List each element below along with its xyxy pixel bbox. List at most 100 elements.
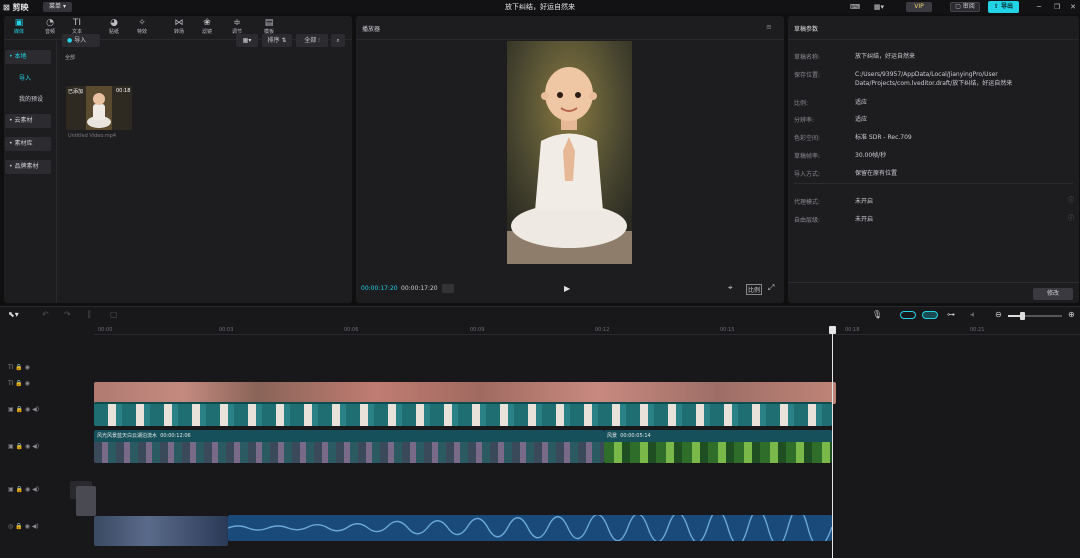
tool-audio[interactable]: ◔ 音频 bbox=[39, 18, 61, 38]
current-timecode: 00:00:17:20 bbox=[361, 285, 398, 292]
review-button[interactable]: ▢ 审阅 bbox=[950, 2, 980, 12]
tool-sticker[interactable]: ◕ 贴纸 bbox=[103, 18, 125, 38]
track-header-video-2: ▣ 🔒 ◉ ◀) bbox=[8, 443, 39, 450]
tool-filter[interactable]: ❀ 滤镜 bbox=[196, 18, 218, 38]
divider bbox=[788, 282, 1079, 283]
ratio-button[interactable]: 比例 bbox=[746, 284, 763, 295]
timecode-toggle[interactable] bbox=[442, 284, 454, 293]
properties-header bbox=[788, 16, 1079, 40]
eye-icon[interactable]: ◉ bbox=[25, 406, 30, 413]
prop-value-location: C:/Users/93957/AppData/Local/JianyingPro… bbox=[855, 71, 1013, 87]
eye-icon[interactable]: ◉ bbox=[25, 443, 30, 450]
logo-icon: ⊠ bbox=[3, 3, 10, 12]
total-timecode: 00:00:17:20 bbox=[401, 285, 438, 292]
sort-button[interactable]: 排序 ⇅ bbox=[262, 34, 292, 47]
audio-icon: ◔ bbox=[46, 18, 54, 28]
filter-icon: ❀ bbox=[203, 18, 211, 28]
eye-icon[interactable]: ◉ bbox=[25, 364, 30, 371]
vip-badge[interactable]: VIP bbox=[906, 2, 932, 12]
tool-effect[interactable]: ✧ 特效 bbox=[131, 18, 153, 38]
tool-media[interactable]: ▣ 媒体 bbox=[8, 18, 30, 38]
ruler-tick: 00:00 bbox=[98, 327, 113, 333]
sort-label: 排序 bbox=[267, 37, 280, 44]
prop-label-location: 保存位置: bbox=[794, 72, 821, 79]
layout-icon[interactable]: ▦▾ bbox=[868, 2, 890, 12]
menu-icon[interactable]: ≡ bbox=[766, 23, 772, 31]
clip-filename: Untitled Video.mp4 bbox=[68, 133, 117, 139]
fullscreen-focus-icon[interactable]: ⌖ bbox=[728, 283, 733, 293]
preview-axis-icon[interactable]: ⫞ bbox=[970, 310, 974, 320]
tool-transition[interactable]: ⋈ 转场 bbox=[168, 18, 190, 38]
zoom-out-icon[interactable]: ⊖ bbox=[995, 310, 1002, 319]
video-track-icon: ▣ bbox=[8, 406, 14, 413]
search-button[interactable]: ⌕ bbox=[331, 34, 345, 47]
playhead[interactable] bbox=[832, 326, 833, 558]
player-header bbox=[356, 16, 784, 40]
lock-icon[interactable]: 🔒 bbox=[16, 406, 23, 413]
import-button[interactable]: ● 导入 bbox=[62, 34, 100, 47]
speaker-icon[interactable]: ◀) bbox=[32, 443, 39, 450]
eye-icon[interactable]: ◉ bbox=[25, 486, 30, 493]
minimize-icon[interactable]: ─ bbox=[1034, 2, 1044, 12]
app-name: 剪映 bbox=[12, 3, 29, 12]
shortcut-icon[interactable]: ⌨ bbox=[848, 2, 862, 12]
prop-value-import: 保留在原有位置 bbox=[855, 170, 898, 177]
fullscreen-icon[interactable]: ⤢ bbox=[768, 283, 774, 293]
redo-icon[interactable]: ↷ bbox=[64, 310, 71, 319]
speaker-icon[interactable]: ◀) bbox=[32, 523, 39, 530]
sidebar-item-local[interactable]: • 本地 bbox=[5, 50, 51, 64]
info-icon[interactable]: ⓘ bbox=[1068, 195, 1074, 204]
sidebar-item-library[interactable]: • 素材库 bbox=[5, 137, 51, 151]
delete-icon[interactable]: ▢ bbox=[110, 310, 118, 319]
speaker-icon[interactable]: ◀) bbox=[32, 406, 39, 413]
maximize-icon[interactable]: ❐ bbox=[1052, 2, 1062, 12]
lock-icon[interactable]: 🔒 bbox=[15, 364, 22, 371]
auto-snap-icon[interactable] bbox=[922, 311, 938, 319]
lock-icon[interactable]: 🔒 bbox=[16, 443, 23, 450]
split-icon[interactable]: ⫿ bbox=[88, 310, 91, 320]
adjust-icon: ≑ bbox=[233, 18, 241, 28]
video-preview[interactable] bbox=[507, 41, 632, 264]
sidebar-item-presets[interactable]: 我的预设 bbox=[5, 93, 51, 107]
track-header-main: ▣ 🔒 ◉ ◀) bbox=[8, 486, 39, 493]
link-icon[interactable]: ⊶ bbox=[947, 310, 955, 319]
play-icon[interactable]: ▶ bbox=[564, 284, 570, 293]
modify-button[interactable]: 修改 bbox=[1033, 288, 1073, 300]
zoom-in-icon[interactable]: ⊕ bbox=[1068, 310, 1075, 319]
export-button[interactable]: ⇪ 导出 bbox=[988, 1, 1019, 13]
playhead-handle[interactable] bbox=[829, 326, 836, 334]
clip-duration: 00:00:12:06 bbox=[160, 433, 191, 439]
audio-clip-blurred[interactable] bbox=[94, 516, 228, 546]
text-clip-blurred[interactable] bbox=[94, 382, 836, 404]
view-toggle[interactable]: ▦▾ bbox=[236, 34, 258, 47]
filter-button[interactable]: 全部 ⫶ bbox=[296, 34, 328, 47]
lock-icon[interactable]: 🔒 bbox=[15, 380, 22, 387]
sidebar-item-cloud[interactable]: • 云素材 bbox=[5, 114, 51, 128]
microphone-icon[interactable]: 🎙 bbox=[872, 310, 882, 319]
audio-clip-music[interactable] bbox=[228, 515, 832, 541]
clip-duration: 00:18 bbox=[116, 88, 131, 94]
lock-icon[interactable]: 🔒 bbox=[16, 486, 23, 493]
time-ruler[interactable]: 00:00 00:03 00:06 00:09 00:12 00:15 00:1… bbox=[94, 325, 1080, 335]
filter-label: 全部 bbox=[304, 37, 317, 44]
sidebar-item-brand[interactable]: • 品牌素材 bbox=[5, 160, 51, 174]
close-icon[interactable]: ✕ bbox=[1068, 2, 1078, 12]
menu-button[interactable]: 菜单 ▾ bbox=[43, 2, 72, 12]
eye-icon[interactable]: ◉ bbox=[25, 523, 30, 530]
sidebar-item-import[interactable]: 导入 bbox=[5, 72, 51, 86]
speaker-icon[interactable]: ◀) bbox=[32, 486, 39, 493]
main-track-magnet-icon[interactable] bbox=[900, 311, 916, 319]
prop-label-name: 草稿名称: bbox=[794, 54, 821, 61]
app-logo: ⊠ 剪映 bbox=[3, 2, 29, 13]
blurred-overlay-clip[interactable] bbox=[76, 486, 96, 516]
eye-icon[interactable]: ◉ bbox=[25, 380, 30, 387]
undo-icon[interactable]: ↶ bbox=[42, 310, 49, 319]
select-cursor-icon[interactable]: ⬉▾ bbox=[8, 310, 19, 319]
ruler-tick: 00:18 bbox=[845, 327, 860, 333]
video-clip-child[interactable] bbox=[94, 402, 832, 426]
lock-icon[interactable]: 🔒 bbox=[15, 523, 22, 530]
zoom-slider-handle[interactable] bbox=[1020, 312, 1025, 320]
plus-circle-icon: ● bbox=[67, 37, 73, 44]
section-label: 全部 bbox=[65, 55, 76, 61]
info-icon[interactable]: ⓘ bbox=[1068, 213, 1074, 222]
